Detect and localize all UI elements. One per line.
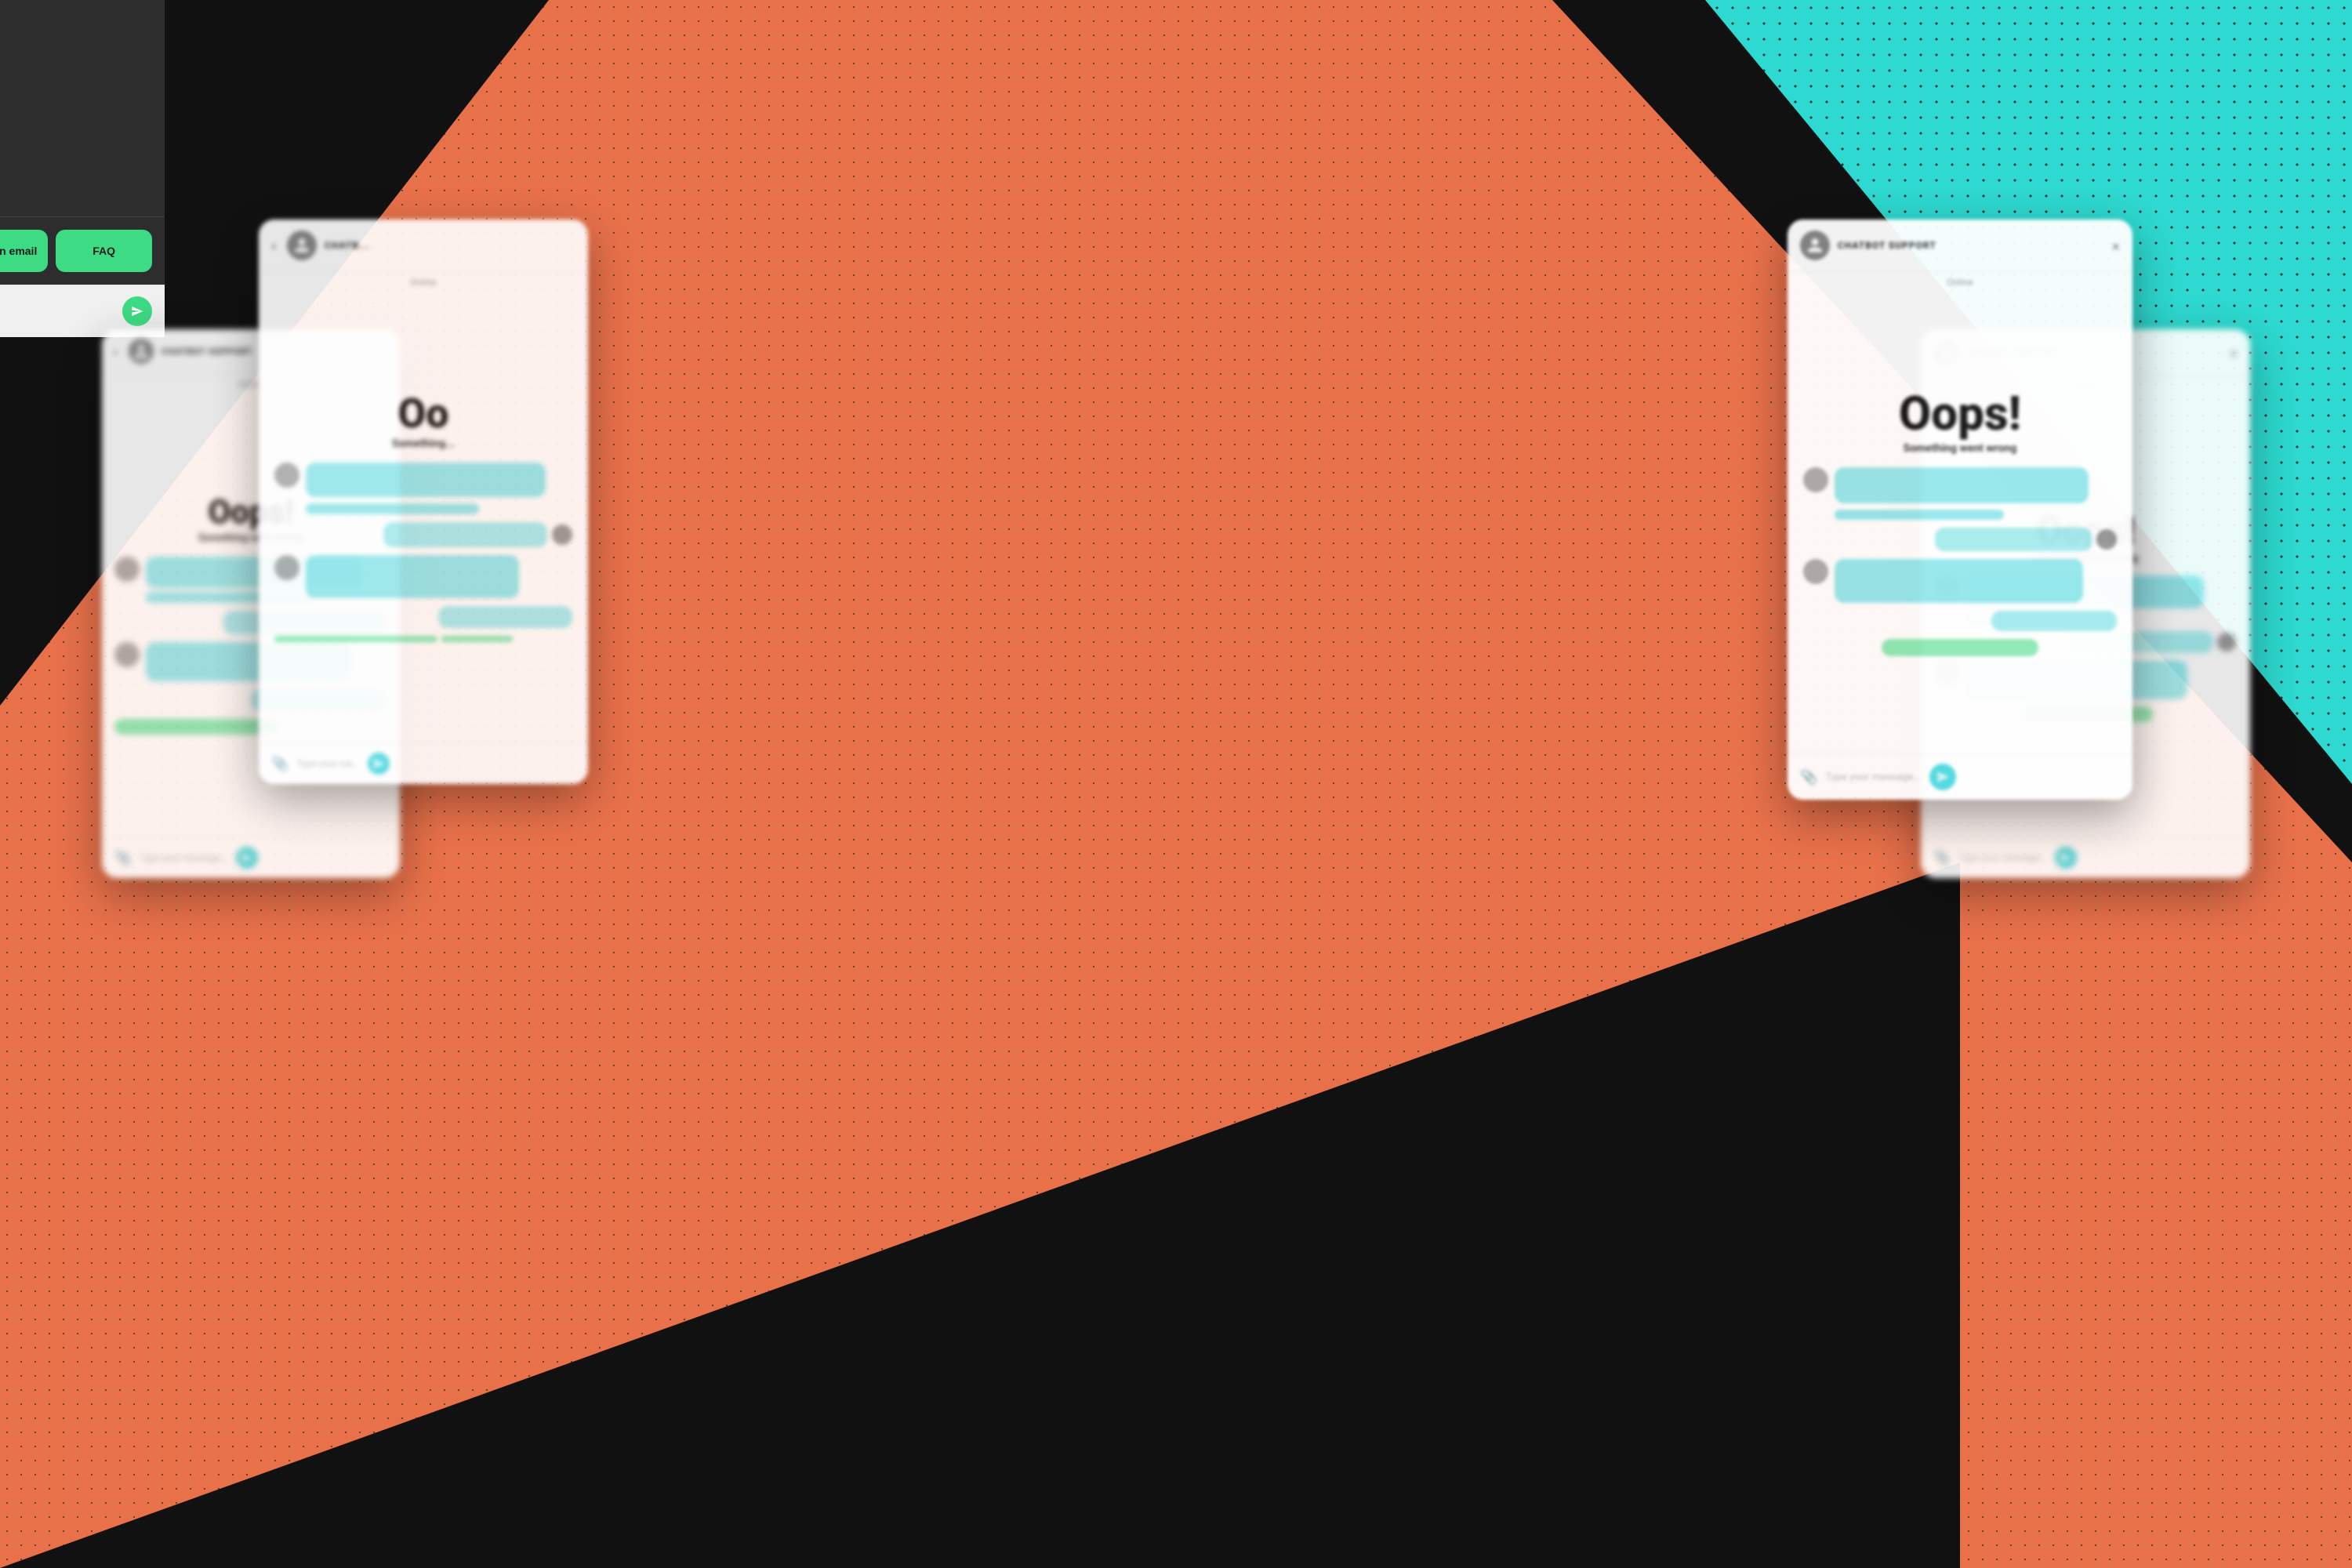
- chatbot-name-label: CHATBOT SUPPORT: [162, 347, 252, 357]
- chat-input-area: 📎 Type your message...: [1788, 753, 2132, 800]
- chatbot-name-label: CHATBOT SUPPORT: [1838, 240, 1936, 251]
- card-mid-right: CHATBOT SUPPORT × Online Oops! Something…: [1788, 220, 2132, 800]
- avatar: [129, 339, 154, 364]
- input-placeholder: Type your me...: [296, 758, 360, 769]
- back-arrow-icon: ‹: [113, 342, 118, 361]
- chatbot-name-label: CHATB...: [325, 240, 369, 251]
- attachment-icon: 📎: [271, 756, 289, 772]
- input-placeholder: Type your message...: [140, 852, 228, 863]
- chat-input-area: 📎 Type your me...: [259, 742, 588, 784]
- write-email-button[interactable]: Write an email: [0, 230, 48, 272]
- avatar: [1800, 230, 1830, 260]
- main-chat-card: Support | Jason Hey, it looks like you n…: [0, 0, 165, 337]
- close-button[interactable]: ×: [2230, 345, 2238, 361]
- attachment-icon: 📎: [1800, 769, 1817, 786]
- avatar: [287, 230, 317, 260]
- attachment-icon: 📎: [114, 850, 132, 866]
- back-arrow-icon: ‹: [271, 236, 276, 255]
- oops-title: Oops!: [1899, 390, 2021, 437]
- oops-title: Oo: [397, 394, 448, 434]
- card-header-right: CHATBOT SUPPORT ×: [1788, 220, 2132, 272]
- oops-subtitle: Something went wrong: [1904, 442, 2017, 455]
- close-button[interactable]: ×: [2112, 236, 2120, 255]
- chat-messages-area: Hey, it looks like you need a software u…: [0, 0, 165, 216]
- send-button[interactable]: [1929, 764, 1956, 790]
- send-button[interactable]: [368, 753, 390, 775]
- card-mid-left: ‹ CHATB... Online Oo Something...: [259, 220, 588, 784]
- online-status: Online: [1788, 272, 2132, 292]
- main-send-button[interactable]: [122, 296, 152, 326]
- main-chat-input[interactable]: [0, 305, 114, 318]
- faq-button[interactable]: FAQ: [56, 230, 152, 272]
- input-placeholder: Type your message...: [1958, 852, 2047, 863]
- card-header: ‹ CHATB...: [259, 220, 588, 272]
- attachment-icon: 📎: [1933, 850, 1951, 866]
- chat-input-area: 📎 Type your message...: [102, 837, 400, 878]
- action-buttons-area: Call Write an email FAQ: [0, 217, 165, 285]
- chat-input-area: 📎 Type your message...: [1921, 837, 2250, 878]
- online-status: Online: [259, 272, 588, 292]
- oops-subtitle: Something...: [392, 437, 456, 450]
- send-button[interactable]: [236, 847, 258, 869]
- send-button[interactable]: [2055, 847, 2077, 869]
- input-placeholder: Type your message...: [1825, 771, 1921, 783]
